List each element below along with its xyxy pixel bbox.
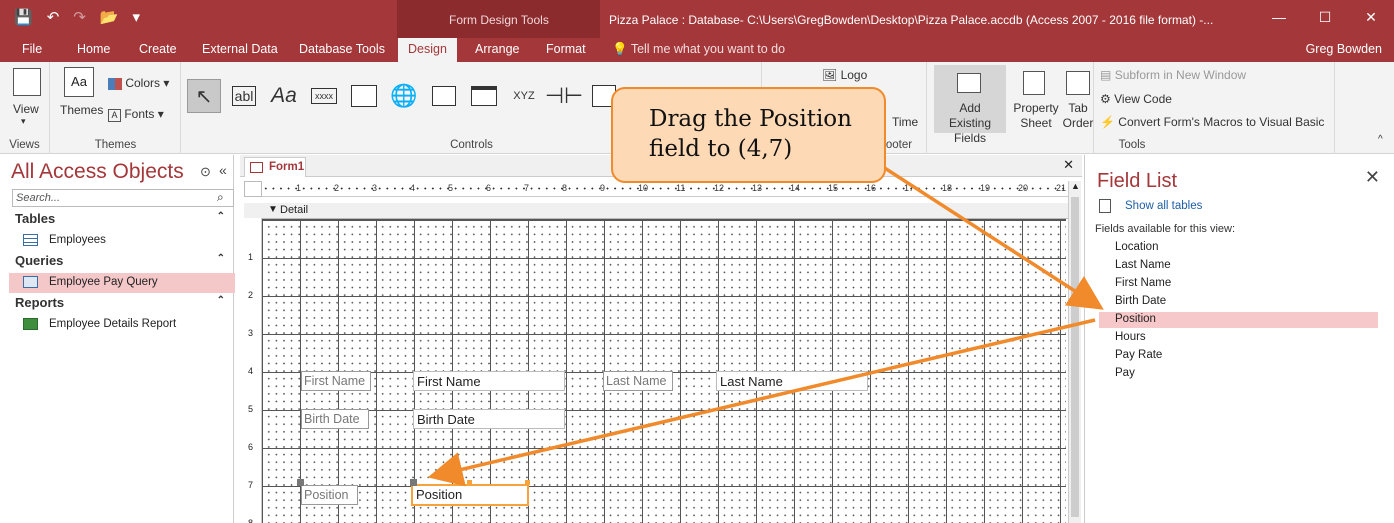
- instruction-callout: Drag the Position field to (4,7): [611, 87, 886, 183]
- instruction-arrows: [427, 163, 1104, 487]
- arrow-to-field-list: [879, 163, 1104, 310]
- arrow-to-form-grid: [427, 318, 1096, 487]
- callout-line-2: field to (4,7): [649, 136, 793, 162]
- callout-line-1: Drag the Position: [649, 106, 852, 132]
